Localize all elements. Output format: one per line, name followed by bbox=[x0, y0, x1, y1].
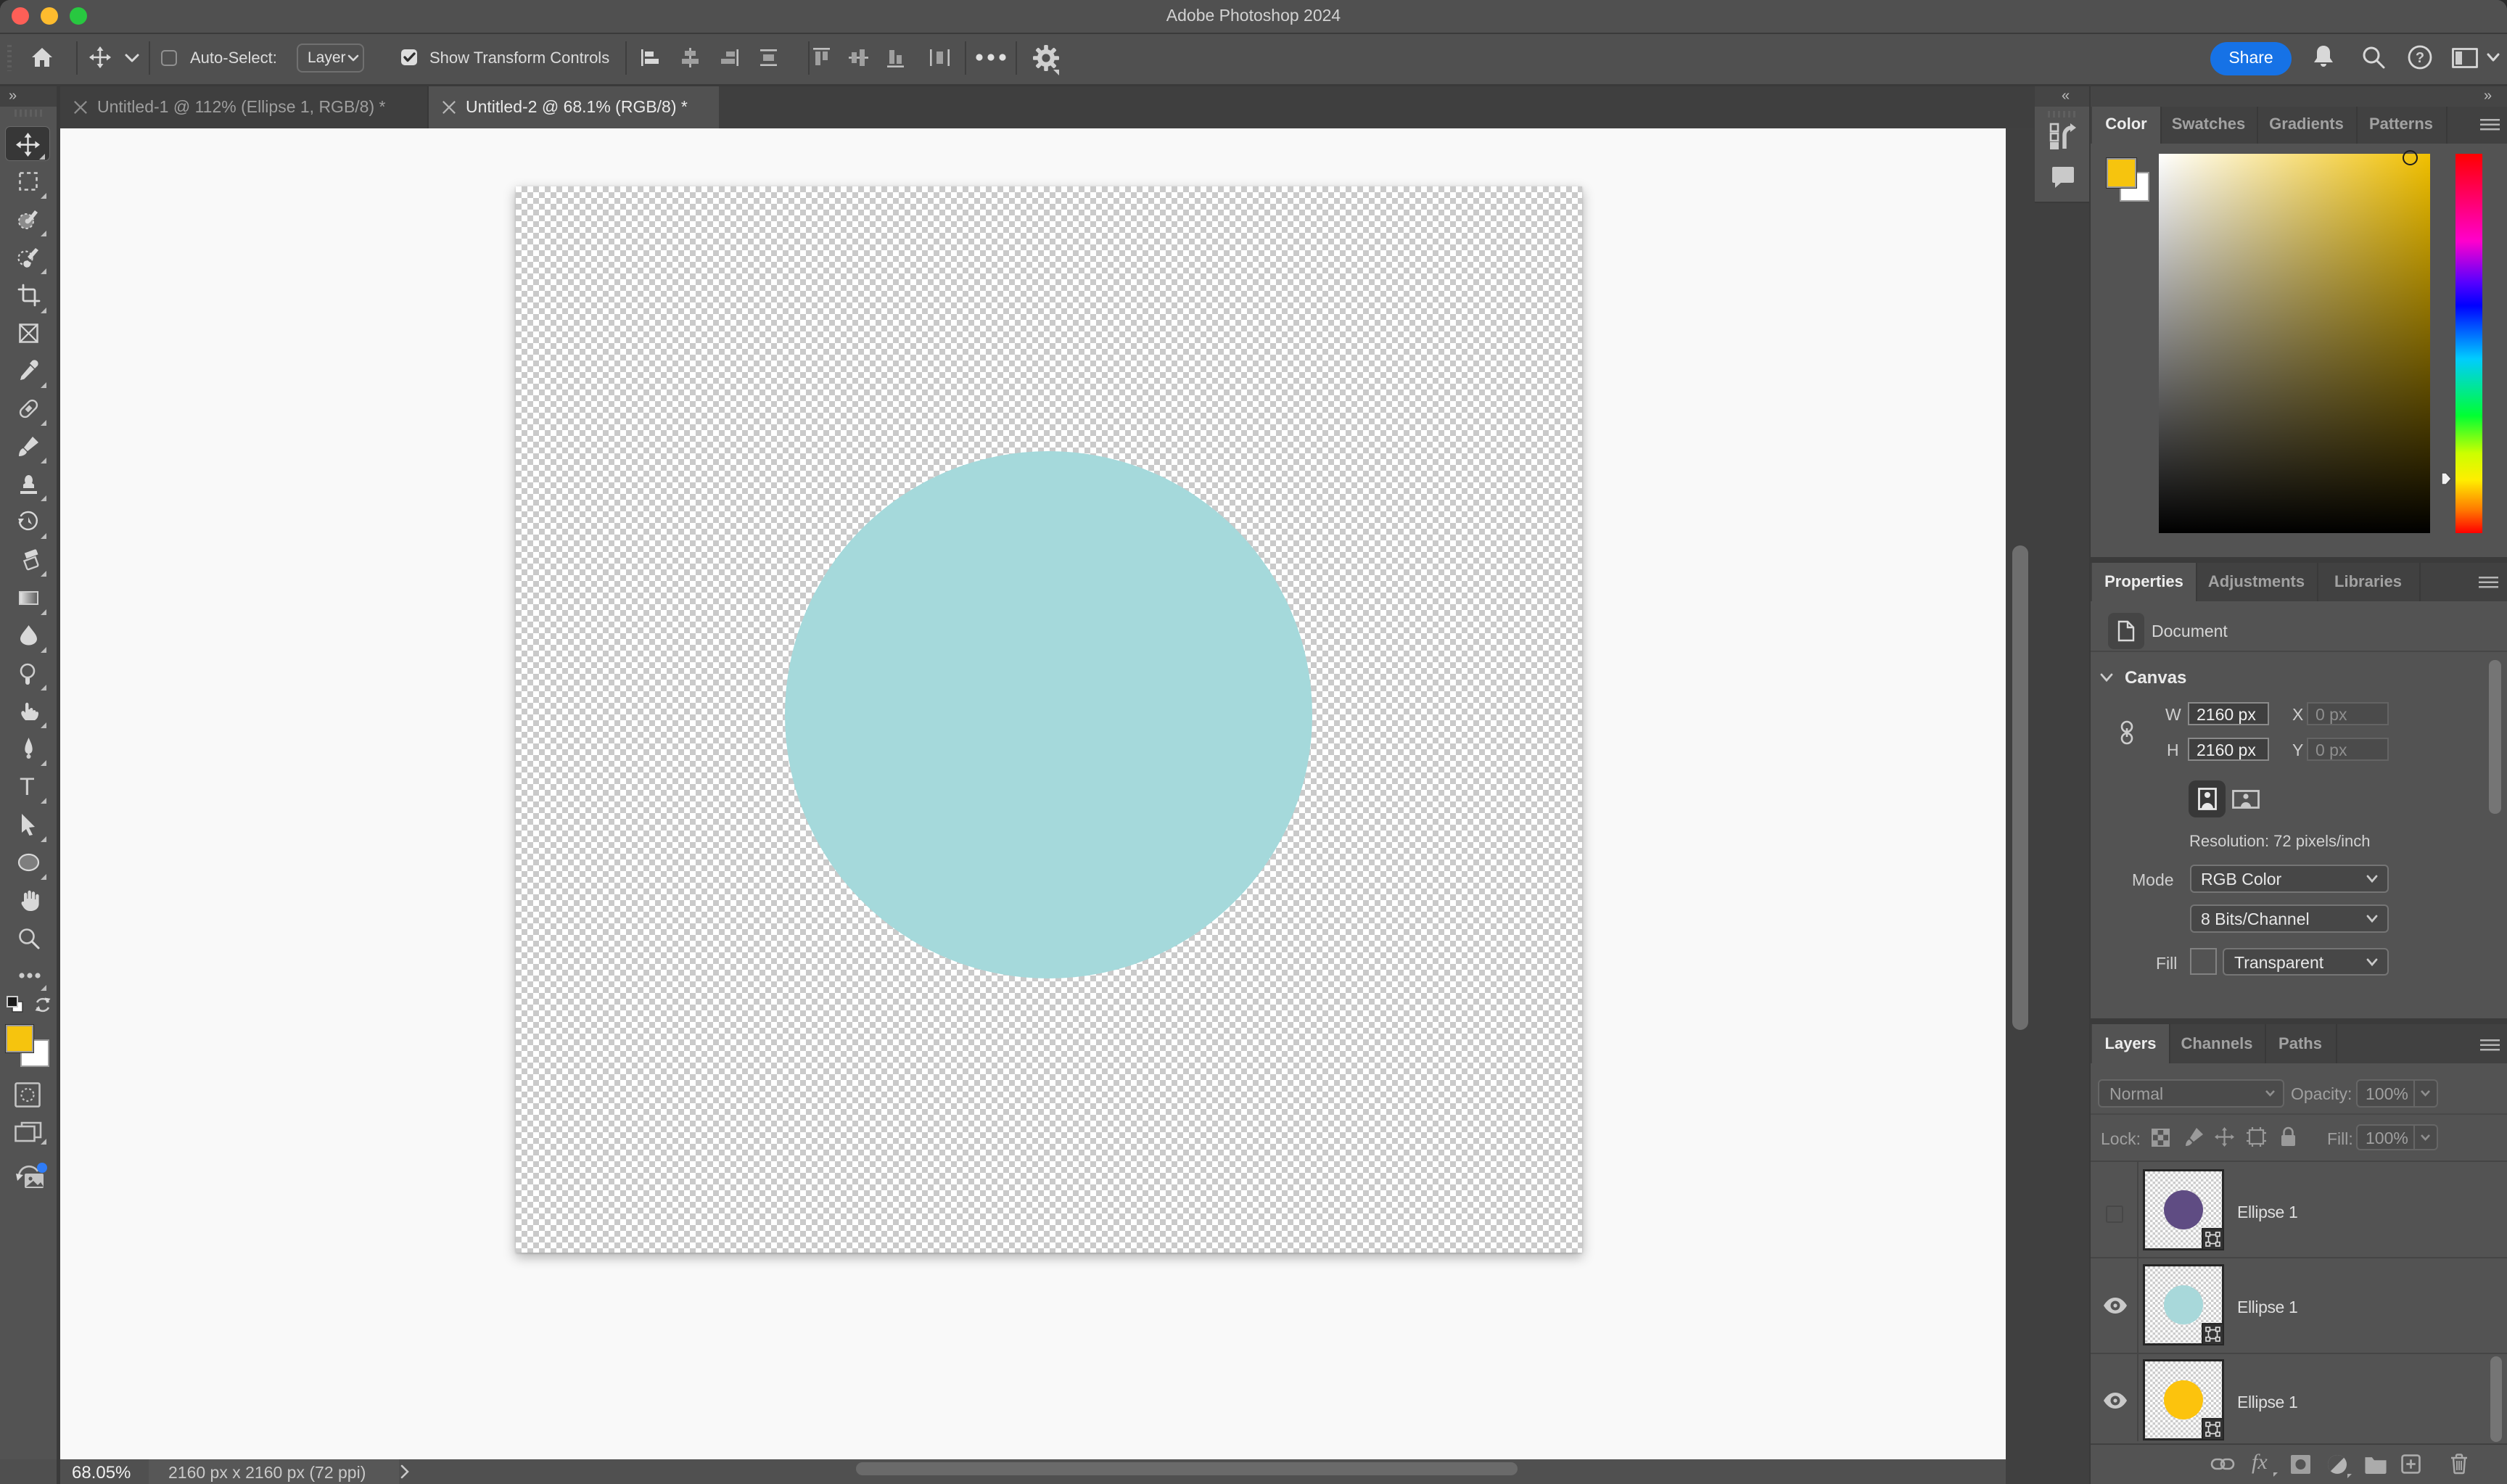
svg-text:?: ? bbox=[2416, 50, 2424, 66]
